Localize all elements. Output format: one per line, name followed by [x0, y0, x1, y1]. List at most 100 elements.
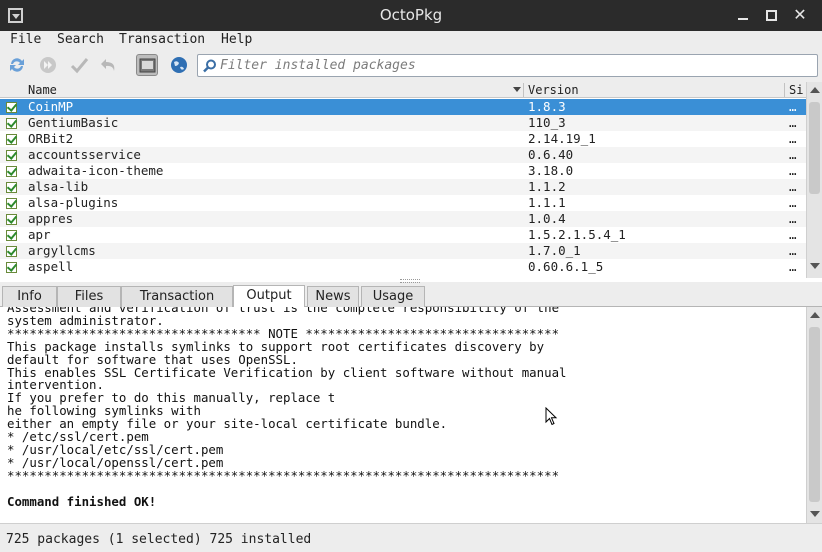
package-size: … — [789, 179, 797, 194]
package-rows: CoinMP 1.8.3 … GentiumBasic 110_3 … ORBit2 2.14… — [0, 99, 806, 275]
close-icon[interactable]: ✕ — [790, 5, 810, 25]
tab-files[interactable]: Files — [57, 286, 121, 307]
table-row[interactable]: argyllcms 1.7.0_1… — [0, 243, 806, 259]
installed-checkbox-icon — [6, 102, 17, 113]
installed-checkbox-icon — [6, 150, 17, 161]
scroll-thumb[interactable] — [809, 327, 820, 502]
package-table: Name Version Si: CoinMP 1.8.3… GentiumBasi… — [0, 82, 822, 282]
package-size: … — [789, 99, 797, 114]
menu-file[interactable]: File — [10, 32, 41, 47]
aur-globe-icon[interactable] — [168, 54, 190, 76]
title-bar: OctoPkg ✕ — [0, 0, 822, 31]
package-name: accountsservice — [28, 147, 141, 162]
window-title: OctoPkg — [379, 6, 443, 24]
filter-input[interactable] — [220, 57, 810, 74]
package-version: 3.18.0 — [528, 163, 574, 178]
menu-help[interactable]: Help — [221, 32, 252, 47]
search-icon — [203, 59, 216, 73]
package-version: 1.1.1 — [528, 195, 566, 210]
package-version: 0.60.6.1_5 — [528, 259, 604, 274]
splitter-handle[interactable] — [400, 279, 420, 283]
package-version: 1.0.4 — [528, 211, 566, 226]
package-size: … — [789, 131, 797, 146]
column-name[interactable]: Name — [28, 83, 57, 97]
column-version[interactable]: Version — [528, 83, 579, 97]
tab-info[interactable]: Info — [2, 286, 57, 307]
package-name: aspell — [28, 259, 74, 274]
sync-database-icon[interactable] — [6, 54, 28, 76]
table-row[interactable]: accountsservice 0.6.40 … — [0, 147, 806, 163]
tab-transaction[interactable]: Transaction — [121, 286, 233, 307]
maximize-icon[interactable] — [761, 5, 781, 25]
table-row[interactable]: GentiumBasic 110_3 … — [0, 115, 806, 131]
output-final-line: Command finished OK! — [7, 493, 157, 509]
installed-checkbox-icon — [6, 262, 17, 273]
package-version: 1.8.3 — [528, 99, 566, 114]
tab-usage[interactable]: Usage — [361, 286, 425, 307]
table-scrollbar[interactable] — [806, 82, 822, 278]
installed-checkbox-icon — [6, 182, 17, 193]
table-row[interactable]: CoinMP 1.8.3 … — [0, 99, 806, 115]
scroll-up-icon[interactable] — [810, 87, 820, 93]
package-size: … — [789, 147, 797, 162]
menu-search[interactable]: Search — [57, 32, 104, 47]
package-size: … — [789, 243, 797, 258]
package-size: … — [789, 259, 797, 274]
installed-checkbox-icon — [6, 166, 17, 177]
table-header: Name Version Si: — [0, 82, 811, 98]
output-scrollbar[interactable] — [806, 307, 822, 523]
rollback-icon[interactable] — [98, 54, 120, 76]
installed-checkbox-icon — [6, 230, 17, 241]
table-row[interactable]: alsa-plugins 1.1.1 … — [0, 195, 806, 211]
output-lines: Assessment and verification of trust is … — [7, 307, 567, 483]
tab-output[interactable]: Output — [233, 285, 305, 307]
status-bar: 725 packages (1 selected) 725 installed — [0, 523, 822, 552]
package-name: alsa-plugins — [28, 195, 119, 210]
output-text: Assessment and verification of trust is … — [7, 307, 567, 509]
mouse-cursor-icon — [545, 407, 558, 426]
package-size: … — [789, 163, 797, 178]
filter-field[interactable] — [197, 54, 818, 77]
package-size: … — [789, 115, 797, 130]
output-pane[interactable]: Assessment and verification of trust is … — [0, 307, 806, 523]
table-row[interactable]: adwaita-icon-theme 3.18.0 … — [0, 163, 806, 179]
package-size: … — [789, 211, 797, 226]
package-name: GentiumBasic — [28, 115, 119, 130]
installed-checkbox-icon — [6, 246, 17, 257]
package-name: alsa-lib — [28, 179, 89, 194]
table-row[interactable]: alsa-lib 1.1.2 … — [0, 179, 806, 195]
installed-checkbox-icon — [6, 118, 17, 129]
package-version: 110_3 — [528, 115, 566, 130]
terminal-icon[interactable] — [136, 54, 158, 76]
package-name: adwaita-icon-theme — [28, 163, 164, 178]
scroll-up-icon[interactable] — [810, 312, 820, 318]
commit-icon[interactable] — [68, 54, 90, 76]
package-size: … — [789, 227, 797, 242]
package-version: 2.14.19_1 — [528, 131, 596, 146]
table-row[interactable]: aspell 0.60.6.1_5 … — [0, 259, 806, 275]
scroll-thumb[interactable] — [809, 102, 820, 194]
system-upgrade-icon[interactable] — [37, 54, 59, 76]
installed-checkbox-icon — [6, 214, 17, 225]
package-version: 1.7.0_1 — [528, 243, 581, 258]
output-line: ****************************************… — [7, 467, 560, 483]
scroll-down-icon[interactable] — [810, 511, 820, 517]
package-name: appres — [28, 211, 74, 226]
package-version: 1.5.2.1.5.4_1 — [528, 227, 626, 242]
installed-checkbox-icon — [6, 134, 17, 145]
table-row[interactable]: apr 1.5.2.1.5.4_1… — [0, 227, 806, 243]
package-version: 1.1.2 — [528, 179, 566, 194]
table-row[interactable]: ORBit2 2.14.19_1… — [0, 131, 806, 147]
tab-news[interactable]: News — [307, 286, 359, 307]
menu-transaction[interactable]: Transaction — [119, 32, 205, 47]
menu-bar: File Search Transaction Help — [0, 31, 822, 50]
package-size: … — [789, 195, 797, 210]
package-name: CoinMP — [28, 99, 74, 114]
status-text: 725 packages (1 selected) 725 installed — [6, 532, 312, 547]
package-version: 0.6.40 — [528, 147, 574, 162]
scroll-down-icon[interactable] — [810, 263, 820, 269]
installed-checkbox-icon — [6, 198, 17, 209]
table-row[interactable]: appres 1.0.4 … — [0, 211, 806, 227]
sort-descending-icon — [513, 87, 521, 92]
minimize-icon[interactable] — [733, 5, 753, 25]
